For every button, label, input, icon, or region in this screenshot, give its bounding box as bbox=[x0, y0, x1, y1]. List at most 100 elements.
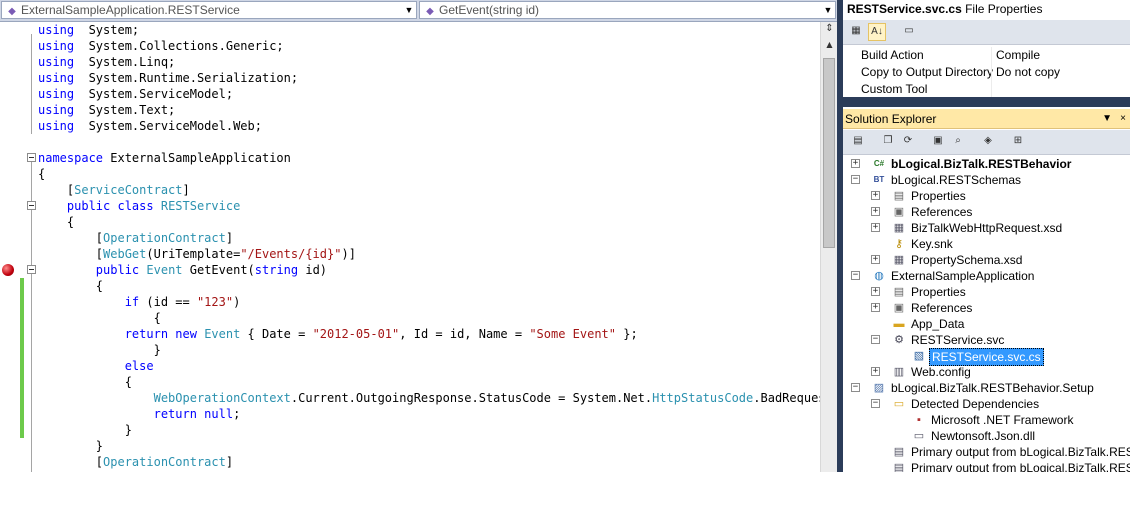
solution-tree[interactable]: + C# bLogical.BizTalk.RESTBehavior − BT bLogi… bbox=[843, 155, 1130, 472]
code-line[interactable]: namespace ExternalSampleApplication bbox=[0, 150, 820, 166]
code-line[interactable]: { bbox=[0, 214, 820, 230]
type-combo[interactable]: ◆ ExternalSampleApplication.RESTService ▼ bbox=[1, 1, 417, 19]
show-all-files-icon[interactable]: ❐ bbox=[879, 133, 897, 151]
close-icon[interactable]: × bbox=[1120, 109, 1126, 129]
code-text: [ServiceContract] bbox=[38, 182, 190, 198]
split-icon[interactable]: ⇕ bbox=[821, 22, 837, 36]
refresh-icon[interactable]: ⟳ bbox=[899, 133, 917, 151]
collapse-icon[interactable] bbox=[27, 201, 36, 210]
tree-item[interactable]: + ▣ References bbox=[843, 300, 1130, 316]
code-line[interactable]: using System.ServiceModel.Web; bbox=[0, 118, 820, 134]
tree-item[interactable]: + ▦ BizTalkWebHttpRequest.xsd bbox=[843, 220, 1130, 236]
tree-item[interactable]: ▪ Microsoft .NET Framework bbox=[843, 412, 1130, 428]
property-value[interactable]: Do not copy bbox=[996, 64, 1060, 81]
tree-item[interactable]: − ▨ bLogical.BizTalk.RESTBehavior.Setup bbox=[843, 380, 1130, 396]
code-token: } bbox=[38, 439, 104, 453]
property-row[interactable]: Build Action Compile bbox=[843, 47, 1130, 64]
code-line[interactable]: { bbox=[0, 278, 820, 294]
tree-item[interactable]: ▭ Newtonsoft.Json.dll bbox=[843, 428, 1130, 444]
tree-item[interactable]: + ▣ References bbox=[843, 204, 1130, 220]
view-code-icon[interactable]: ▣ bbox=[929, 133, 947, 151]
collapse-icon[interactable]: − bbox=[851, 383, 860, 392]
code-line[interactable]: [WebGet(UriTemplate="/Events/{id}")] bbox=[0, 246, 820, 262]
code-line[interactable]: [ServiceContract] bbox=[0, 182, 820, 198]
solution-explorer-header: Solution Explorer ▼ × bbox=[843, 109, 1130, 129]
code-token: ) bbox=[233, 295, 241, 309]
member-combo[interactable]: ◆ GetEvent(string id) ▼ bbox=[419, 1, 836, 19]
code-line[interactable]: return null; bbox=[0, 406, 820, 422]
code-line[interactable]: { bbox=[0, 374, 820, 390]
scroll-up-icon[interactable]: ▲ bbox=[821, 38, 837, 52]
chevron-down-icon[interactable]: ▼ bbox=[402, 2, 416, 18]
code-line[interactable]: { bbox=[0, 310, 820, 326]
code-line[interactable]: using System.Collections.Generic; bbox=[0, 38, 820, 54]
code-line[interactable]: using System.Linq; bbox=[0, 54, 820, 70]
property-row[interactable]: Copy to Output Directory Do not copy bbox=[843, 64, 1130, 81]
collapse-icon[interactable]: − bbox=[851, 175, 860, 184]
output-icon: ▤ bbox=[893, 446, 905, 458]
code-line[interactable]: WebOperationContext.Current.OutgoingResp… bbox=[0, 390, 837, 406]
class-diagram-icon[interactable]: ◈ bbox=[979, 133, 997, 151]
collapse-icon[interactable] bbox=[27, 265, 36, 274]
property-value[interactable]: Compile bbox=[996, 47, 1040, 64]
code-line[interactable] bbox=[0, 134, 820, 150]
tree-item[interactable]: − ◍ ExternalSampleApplication bbox=[843, 268, 1130, 284]
code-line[interactable]: [OperationContract] bbox=[0, 454, 820, 470]
code-line[interactable]: } bbox=[0, 422, 820, 438]
expand-icon[interactable]: + bbox=[871, 223, 880, 232]
code-line[interactable]: if (id == "123") bbox=[0, 294, 820, 310]
expand-icon[interactable]: + bbox=[871, 303, 880, 312]
code-line[interactable]: using System.ServiceModel; bbox=[0, 86, 820, 102]
code-line[interactable]: return new Event { Date = "2012-05-01", … bbox=[0, 326, 820, 342]
code-line[interactable]: else bbox=[0, 358, 820, 374]
window-menu-icon[interactable]: ▼ bbox=[1102, 109, 1112, 129]
code-line[interactable]: using System.Text; bbox=[0, 102, 820, 118]
tree-item[interactable]: + ▤ Properties bbox=[843, 284, 1130, 300]
collapse-icon[interactable]: − bbox=[851, 271, 860, 280]
view-designer-icon[interactable]: ⌕ bbox=[949, 133, 967, 151]
collapse-icon[interactable]: − bbox=[871, 335, 880, 344]
output-icon: ▤ bbox=[893, 462, 905, 472]
tree-item-label: App_Data bbox=[911, 317, 965, 331]
code-line[interactable]: using System.Runtime.Serialization; bbox=[0, 70, 820, 86]
expand-icon[interactable]: + bbox=[871, 255, 880, 264]
property-row[interactable]: Custom Tool bbox=[843, 81, 1130, 98]
code-line[interactable]: using System; bbox=[0, 22, 820, 38]
tree-item[interactable]: − ⚙ RESTService.svc bbox=[843, 332, 1130, 348]
tree-item[interactable]: ⚷ Key.snk bbox=[843, 236, 1130, 252]
code-line[interactable]: public Event GetEvent(string id) bbox=[0, 262, 820, 278]
tree-item[interactable]: − BT bLogical.RESTSchemas bbox=[843, 172, 1130, 188]
tree-item[interactable]: + C# bLogical.BizTalk.RESTBehavior bbox=[843, 156, 1130, 172]
code-line[interactable]: [OperationContract] bbox=[0, 230, 820, 246]
code-line[interactable]: public class RESTService bbox=[0, 198, 820, 214]
code-line[interactable]: } bbox=[0, 342, 820, 358]
expand-icon[interactable]: + bbox=[871, 207, 880, 216]
tree-item[interactable]: ▤ Primary output from bLogical.BizTalk.RE… bbox=[843, 444, 1130, 460]
code-area[interactable]: using System; using System.Collections.Ge… bbox=[0, 22, 837, 472]
code-line[interactable]: { bbox=[0, 166, 820, 182]
expand-icon[interactable]: + bbox=[871, 191, 880, 200]
breakpoint-icon[interactable] bbox=[2, 264, 14, 276]
expand-icon[interactable]: + bbox=[871, 367, 880, 376]
alphabetical-icon[interactable]: A↓ bbox=[868, 23, 886, 41]
tree-item[interactable]: + ▥ Web.config bbox=[843, 364, 1130, 380]
property-pages-icon[interactable]: ▭ bbox=[900, 23, 918, 41]
tree-item[interactable]: + ▤ Properties bbox=[843, 188, 1130, 204]
scrollbar-thumb[interactable] bbox=[823, 58, 835, 248]
editor-scrollbar[interactable]: ⇕ ▲ bbox=[820, 22, 837, 472]
expand-icon[interactable]: + bbox=[851, 159, 860, 168]
tree-item[interactable]: − ▭ Detected Dependencies bbox=[843, 396, 1130, 412]
tree-item[interactable]: ▬ App_Data bbox=[843, 316, 1130, 332]
expand-icon[interactable]: + bbox=[871, 287, 880, 296]
code-editor[interactable]: ◆ ExternalSampleApplication.RESTService ▼… bbox=[0, 0, 837, 472]
tree-item[interactable]: ▧ RESTService.svc.cs bbox=[843, 348, 1130, 366]
copy-website-icon[interactable]: ⊞ bbox=[1009, 133, 1027, 151]
categorized-icon[interactable]: ▦ bbox=[847, 23, 865, 41]
collapse-icon[interactable]: − bbox=[871, 399, 880, 408]
collapse-icon[interactable] bbox=[27, 153, 36, 162]
tree-item[interactable]: + ▦ PropertySchema.xsd bbox=[843, 252, 1130, 268]
properties-button-icon[interactable]: ▤ bbox=[849, 133, 867, 151]
code-line[interactable]: } bbox=[0, 438, 820, 454]
tree-item[interactable]: ▤ Primary output from bLogical.BizTalk.RE… bbox=[843, 460, 1130, 472]
chevron-down-icon[interactable]: ▼ bbox=[821, 2, 835, 18]
